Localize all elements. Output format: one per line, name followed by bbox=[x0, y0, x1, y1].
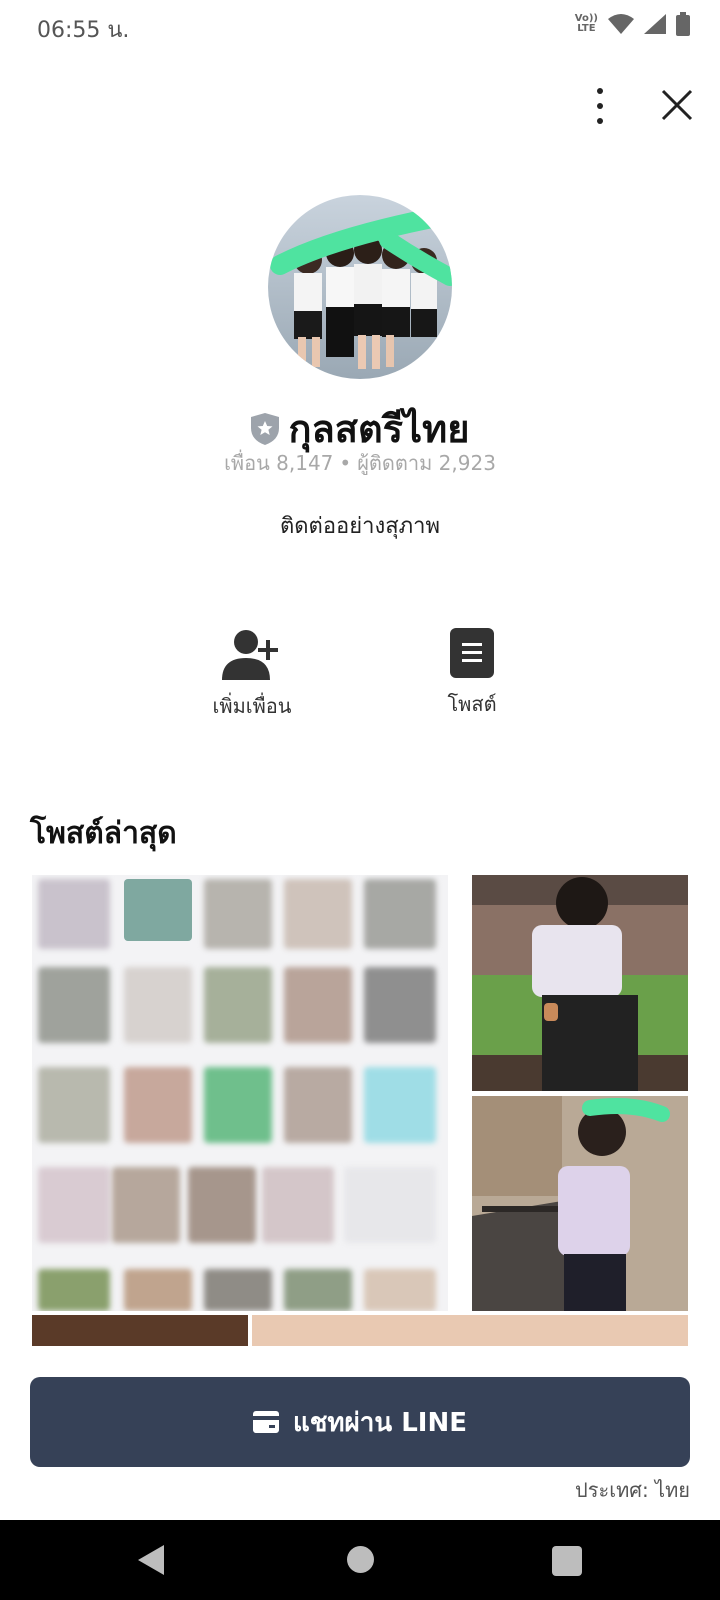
posts-icon bbox=[450, 628, 494, 678]
friends-count[interactable]: เพื่อน 8,147 bbox=[224, 451, 333, 475]
chat-via-line-button[interactable]: แชทผ่าน LINE bbox=[30, 1377, 690, 1467]
add-friend-label: เพิ่มเพื่อน bbox=[212, 694, 292, 718]
latest-posts-title: โพสต์ล่าสุด bbox=[30, 816, 177, 851]
home-icon[interactable] bbox=[347, 1546, 374, 1573]
country-label: ประเทศ: ไทย bbox=[575, 1478, 690, 1502]
status-icons: Vo)) LTE bbox=[575, 12, 690, 36]
chat-button-label: แชทผ่าน LINE bbox=[293, 1407, 467, 1438]
profile-avatar[interactable] bbox=[268, 195, 452, 379]
chat-card-icon bbox=[253, 1411, 280, 1433]
close-icon[interactable] bbox=[660, 88, 694, 122]
status-time: 06:55 น. bbox=[37, 18, 130, 43]
battery-icon bbox=[676, 12, 690, 36]
volte-icon: Vo)) LTE bbox=[574, 13, 598, 34]
add-friend-button[interactable]: เพิ่มเพื่อน bbox=[182, 628, 322, 722]
post-thumbnail-5[interactable] bbox=[252, 1315, 688, 1346]
back-icon[interactable] bbox=[136, 1543, 166, 1577]
post-thumbnail-2[interactable] bbox=[472, 875, 688, 1091]
post-thumbnail-4[interactable] bbox=[32, 1315, 248, 1346]
profile-stats: เพื่อน 8,147 • ผู้ติดตาม 2,923 bbox=[0, 447, 720, 479]
status-message: ติดต่ออย่างสุภาพ bbox=[279, 514, 441, 539]
signal-icon bbox=[644, 14, 666, 34]
more-vert-icon bbox=[597, 88, 603, 94]
followers-count[interactable]: ผู้ติดตาม 2,923 bbox=[357, 451, 496, 475]
recent-apps-icon[interactable] bbox=[552, 1546, 582, 1576]
post-thumbnail-large[interactable] bbox=[32, 875, 448, 1311]
stats-separator: • bbox=[339, 451, 352, 475]
add-friend-icon bbox=[222, 630, 278, 680]
post-thumbnail-3[interactable] bbox=[472, 1096, 688, 1311]
more-options-button[interactable] bbox=[585, 88, 615, 124]
verified-shield-icon bbox=[251, 412, 280, 445]
posts-label: โพสต์ bbox=[447, 692, 497, 716]
wifi-icon bbox=[608, 14, 634, 34]
posts-button[interactable]: โพสต์ bbox=[402, 628, 542, 720]
